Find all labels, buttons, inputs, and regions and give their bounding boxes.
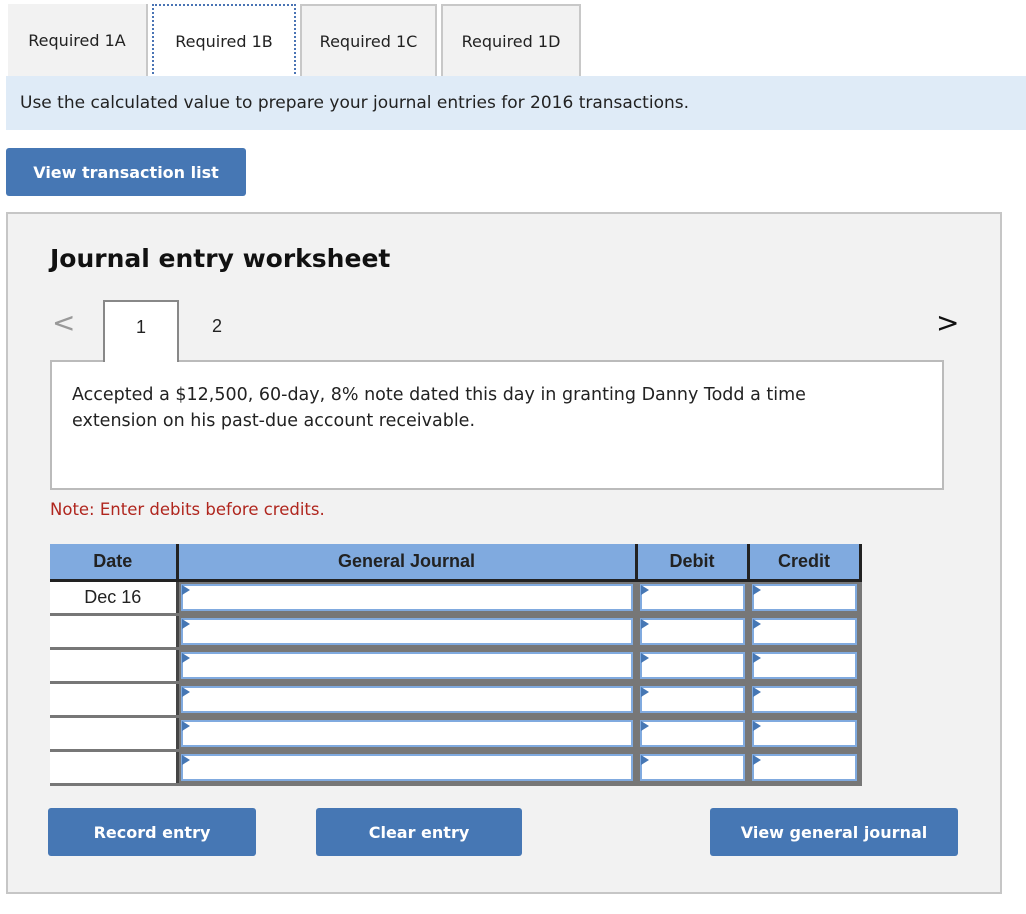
account-input[interactable]: [180, 719, 633, 747]
transaction-description-text: Accepted a $12,500, 60-day, 8% note date…: [72, 385, 806, 431]
tab-required-1b[interactable]: Required 1B: [152, 4, 296, 78]
debit-input[interactable]: [639, 719, 745, 747]
dropdown-marker-icon: [640, 652, 649, 663]
account-input[interactable]: [180, 583, 633, 611]
journal-row: [50, 682, 862, 718]
tab-required-1a[interactable]: Required 1A: [8, 4, 148, 76]
account-input-cell: [177, 682, 638, 718]
clear-entry-button[interactable]: Clear entry: [316, 808, 522, 856]
credit-input[interactable]: [751, 685, 857, 713]
transaction-description: Accepted a $12,500, 60-day, 8% note date…: [50, 360, 944, 490]
credit-input-cell: [748, 580, 862, 616]
dropdown-marker-icon: [752, 652, 761, 663]
date-cell: Dec 16: [50, 580, 179, 616]
debit-input[interactable]: [639, 583, 745, 611]
credit-input[interactable]: [751, 617, 857, 645]
credit-input-cell: [748, 750, 862, 786]
journal-row: [50, 750, 862, 786]
account-input-cell: [177, 648, 638, 684]
dropdown-marker-icon: [752, 584, 761, 595]
journal-row: [50, 716, 862, 752]
credit-input-cell: [748, 614, 862, 650]
account-input[interactable]: [180, 651, 633, 679]
date-cell: [50, 716, 179, 752]
dropdown-marker-icon: [640, 618, 649, 629]
date-cell: [50, 614, 179, 650]
credit-input-cell: [748, 648, 862, 684]
credit-input-cell: [748, 682, 862, 718]
debit-input[interactable]: [639, 651, 745, 679]
account-input-cell: [177, 580, 638, 616]
debit-input[interactable]: [639, 753, 745, 781]
debit-input-cell: [636, 648, 750, 684]
account-input[interactable]: [180, 753, 633, 781]
instruction-banner: Use the calculated value to prepare your…: [6, 76, 1026, 130]
account-input-cell: [177, 716, 638, 752]
chevron-right-icon[interactable]: >: [936, 306, 959, 339]
debit-input-cell: [636, 580, 750, 616]
credit-input-cell: [748, 716, 862, 752]
dropdown-marker-icon: [640, 584, 649, 595]
credit-input[interactable]: [751, 719, 857, 747]
journal-row: [50, 648, 862, 684]
debit-input[interactable]: [639, 617, 745, 645]
dropdown-marker-icon: [181, 720, 190, 731]
dropdown-marker-icon: [640, 720, 649, 731]
journal-table: Date General Journal Debit Credit Dec 16: [50, 544, 862, 786]
journal-row: Dec 16: [50, 580, 862, 616]
credit-input[interactable]: [751, 583, 857, 611]
page-tab-2[interactable]: 2: [179, 300, 255, 362]
debit-input-cell: [636, 750, 750, 786]
dropdown-marker-icon: [640, 754, 649, 765]
account-input[interactable]: [180, 617, 633, 645]
dropdown-marker-icon: [752, 754, 761, 765]
dropdown-marker-icon: [752, 720, 761, 731]
account-input-cell: [177, 750, 638, 786]
date-cell: [50, 648, 179, 684]
view-general-journal-button[interactable]: View general journal: [710, 808, 958, 856]
credit-input[interactable]: [751, 753, 857, 781]
tab-required-1c[interactable]: Required 1C: [300, 4, 437, 76]
tab-required-1d[interactable]: Required 1D: [441, 4, 581, 76]
journal-header-row: Date General Journal Debit Credit: [50, 544, 862, 582]
header-credit: Credit: [748, 544, 862, 582]
account-input[interactable]: [180, 685, 633, 713]
journal-entry-worksheet: Journal entry worksheet < 1 2 > Accepted…: [6, 212, 1002, 894]
view-transaction-list-button[interactable]: View transaction list: [6, 148, 246, 196]
header-debit: Debit: [636, 544, 750, 582]
record-entry-button[interactable]: Record entry: [48, 808, 256, 856]
dropdown-marker-icon: [752, 686, 761, 697]
entry-note: Note: Enter debits before credits.: [50, 500, 325, 519]
requirement-tabs: Required 1A Required 1B Required 1C Requ…: [8, 4, 585, 78]
date-cell: [50, 682, 179, 718]
page-tab-1[interactable]: 1: [103, 300, 179, 362]
dropdown-marker-icon: [181, 754, 190, 765]
credit-input[interactable]: [751, 651, 857, 679]
header-general-journal: General Journal: [177, 544, 638, 582]
debit-input-cell: [636, 614, 750, 650]
chevron-left-icon[interactable]: <: [52, 306, 75, 339]
dropdown-marker-icon: [640, 686, 649, 697]
dropdown-marker-icon: [181, 686, 190, 697]
dropdown-marker-icon: [752, 618, 761, 629]
dropdown-marker-icon: [181, 652, 190, 663]
debit-input-cell: [636, 716, 750, 752]
debit-input-cell: [636, 682, 750, 718]
date-cell: [50, 750, 179, 786]
account-input-cell: [177, 614, 638, 650]
header-date: Date: [50, 544, 179, 582]
dropdown-marker-icon: [181, 618, 190, 629]
journal-row: [50, 614, 862, 650]
debit-input[interactable]: [639, 685, 745, 713]
dropdown-marker-icon: [181, 584, 190, 595]
worksheet-title: Journal entry worksheet: [50, 244, 391, 273]
